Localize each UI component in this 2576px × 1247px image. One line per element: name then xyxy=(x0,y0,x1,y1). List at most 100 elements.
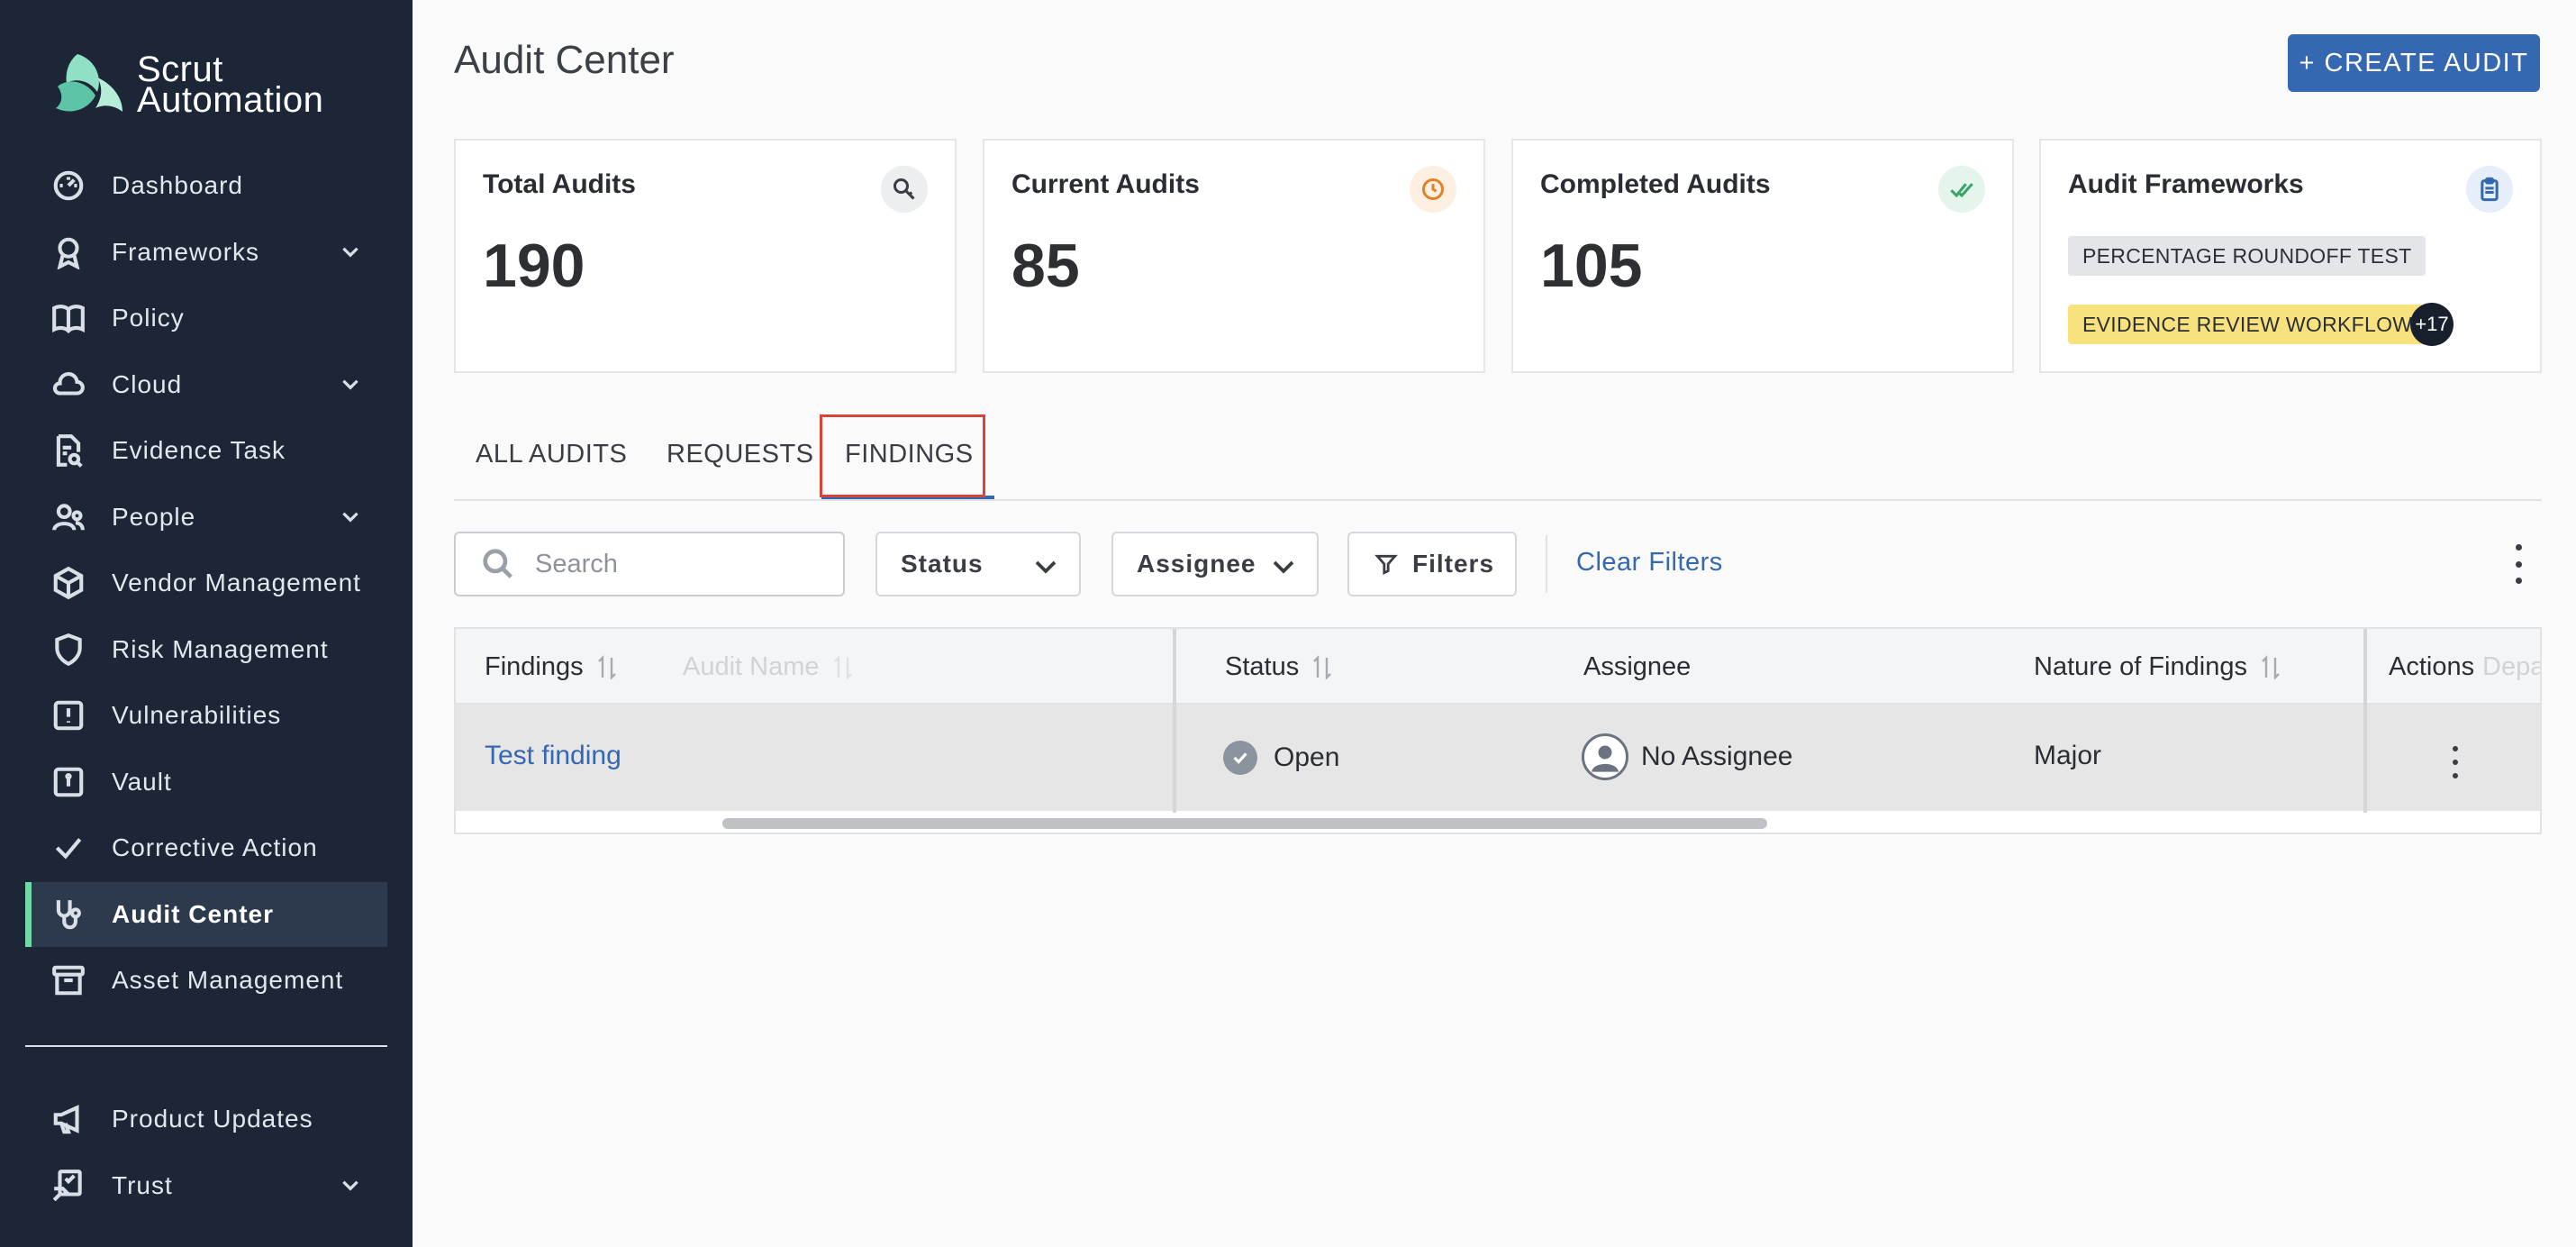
framework-tag[interactable]: EVIDENCE REVIEW WORKFLOW xyxy=(2068,305,2427,344)
sidebar-item-vendor-management[interactable]: Vendor Management xyxy=(0,551,413,615)
column-label: Findings xyxy=(485,652,584,681)
row-actions-icon[interactable] xyxy=(2446,746,2464,778)
card-title: Current Audits xyxy=(1011,169,1200,199)
sidebar-item-label: Corrective Action xyxy=(112,833,318,861)
sidebar-item-label: Asset Management xyxy=(112,966,344,994)
column-label: Status xyxy=(1225,652,1300,681)
chevron-down-icon[interactable] xyxy=(339,372,362,396)
card-value: 85 xyxy=(1011,232,1080,300)
book-icon xyxy=(50,300,86,336)
search-input[interactable]: Search xyxy=(454,532,845,596)
filters-button[interactable]: Filters xyxy=(1347,532,1517,596)
assignee-dropdown[interactable]: Assignee xyxy=(1111,532,1319,596)
current-audits-card[interactable]: Current Audits 85 xyxy=(983,139,1485,373)
clock-icon xyxy=(1410,166,1456,213)
sidebar-item-label: Cloud xyxy=(112,369,183,398)
column-header-status[interactable]: Status xyxy=(1225,652,1333,682)
stethoscope-icon xyxy=(50,897,86,933)
trust-icon xyxy=(50,1168,86,1204)
sidebar-item-label: Audit Center xyxy=(112,899,274,928)
create-audit-button[interactable]: + CREATE AUDIT xyxy=(2288,34,2540,92)
sidebar-item-policy[interactable]: Policy xyxy=(0,286,413,350)
more-frameworks-badge[interactable]: +17 xyxy=(2410,303,2454,346)
sidebar-item-corrective-action[interactable]: Corrective Action xyxy=(0,815,413,880)
nature-cell: Major xyxy=(2034,741,2102,770)
column-header-audit-name[interactable]: Audit Name xyxy=(683,652,854,682)
sidebar-item-label: Vault xyxy=(112,767,172,796)
sidebar-item-trust[interactable]: Trust xyxy=(0,1153,413,1218)
sidebar-item-audit-center[interactable]: Audit Center xyxy=(25,881,387,947)
dashboard-icon xyxy=(50,168,86,204)
column-header-findings[interactable]: Findings xyxy=(485,652,618,682)
search-icon xyxy=(483,549,512,578)
sidebar-item-cloud[interactable]: Cloud xyxy=(0,352,413,417)
status-dropdown-label: Status xyxy=(901,550,984,578)
sort-icon[interactable] xyxy=(832,654,854,681)
column-header-nature-of-findings[interactable]: Nature of Findings xyxy=(2034,652,2281,682)
table-row[interactable]: Test finding Open No Assignee Major xyxy=(456,705,2540,811)
clear-filters-link[interactable]: Clear Filters xyxy=(1576,548,1723,578)
cloud-icon xyxy=(50,367,86,403)
sidebar-item-label: Frameworks xyxy=(112,237,260,266)
sidebar-item-risk-management[interactable]: Risk Management xyxy=(0,617,413,682)
filters-label: Filters xyxy=(1412,550,1495,578)
status-dropdown[interactable]: Status xyxy=(875,532,1081,596)
status-cell: Open xyxy=(1223,741,1339,775)
table-header: Findings Audit Name Status Assignee Natu… xyxy=(456,629,2540,705)
assignee-text: No Assignee xyxy=(1641,742,1793,771)
card-value: 190 xyxy=(483,232,585,300)
sort-icon[interactable] xyxy=(2260,654,2281,681)
sidebar-item-evidence-task[interactable]: Evidence Task xyxy=(0,418,413,483)
assignee-dropdown-label: Assignee xyxy=(1137,550,1256,578)
sidebar-item-asset-management[interactable]: Asset Management xyxy=(0,948,413,1013)
check-icon xyxy=(50,830,86,866)
sidebar-item-frameworks[interactable]: Frameworks xyxy=(0,220,413,285)
sidebar: Scrut Automation Dashboard Frameworks Po… xyxy=(0,0,413,1247)
filter-icon xyxy=(1374,554,1398,576)
sidebar-item-vulnerabilities[interactable]: Vulnerabilities xyxy=(0,683,413,748)
status-check-icon xyxy=(1223,741,1257,775)
card-value: 105 xyxy=(1540,232,1643,300)
card-title: Audit Frameworks xyxy=(2068,169,2304,199)
more-options-icon[interactable] xyxy=(2506,544,2531,584)
assignee-cell[interactable]: No Assignee xyxy=(1582,733,1792,780)
sidebar-divider xyxy=(25,1045,387,1047)
chevron-down-icon[interactable] xyxy=(339,1173,362,1197)
sidebar-item-vault[interactable]: Vault xyxy=(0,750,413,815)
tab-highlight-box xyxy=(820,414,985,497)
award-icon xyxy=(50,234,86,270)
audit-frameworks-card[interactable]: Audit Frameworks PERCENTAGE ROUNDOFF TES… xyxy=(2039,139,2542,373)
chevron-down-icon[interactable] xyxy=(339,505,362,528)
column-header-department: Depa xyxy=(2482,652,2542,682)
megaphone-icon xyxy=(50,1101,86,1137)
brand-logo[interactable]: Scrut Automation xyxy=(50,50,323,119)
column-header-assignee: Assignee xyxy=(1583,652,1691,682)
card-title: Completed Audits xyxy=(1540,169,1771,199)
chevron-down-icon[interactable] xyxy=(339,240,362,263)
sidebar-item-people[interactable]: People xyxy=(0,485,413,550)
sidebar-item-label: Vendor Management xyxy=(112,569,361,596)
toolbar-separator xyxy=(1546,535,1547,593)
chevron-down-icon xyxy=(1273,560,1294,574)
search-placeholder: Search xyxy=(535,549,618,578)
sort-icon[interactable] xyxy=(596,654,618,681)
frozen-column-divider xyxy=(2363,629,2367,813)
column-label: Assignee xyxy=(1583,652,1692,681)
sort-icon[interactable] xyxy=(1311,654,1333,681)
column-header-actions: Actions xyxy=(2389,652,2474,682)
finding-link[interactable]: Test finding xyxy=(485,741,621,771)
sidebar-item-label: Vulnerabilities xyxy=(112,701,282,729)
tab-requests[interactable]: REQUESTS xyxy=(667,440,814,469)
sidebar-item-product-updates[interactable]: Product Updates xyxy=(0,1087,413,1151)
sidebar-item-dashboard[interactable]: Dashboard xyxy=(0,153,413,218)
horizontal-scrollbar[interactable] xyxy=(722,818,1767,829)
completed-audits-card[interactable]: Completed Audits 105 xyxy=(1511,139,2014,373)
tab-all-audits[interactable]: ALL AUDITS xyxy=(476,440,627,469)
column-label: Depa xyxy=(2482,652,2542,681)
people-icon xyxy=(50,499,86,535)
status-text: Open xyxy=(1274,742,1340,772)
sidebar-bottom-nav: Product Updates Trust xyxy=(0,1087,413,1219)
column-label: Nature of Findings xyxy=(2034,652,2247,681)
framework-tag[interactable]: PERCENTAGE ROUNDOFF TEST xyxy=(2068,236,2426,276)
total-audits-card[interactable]: Total Audits 190 xyxy=(454,139,957,373)
